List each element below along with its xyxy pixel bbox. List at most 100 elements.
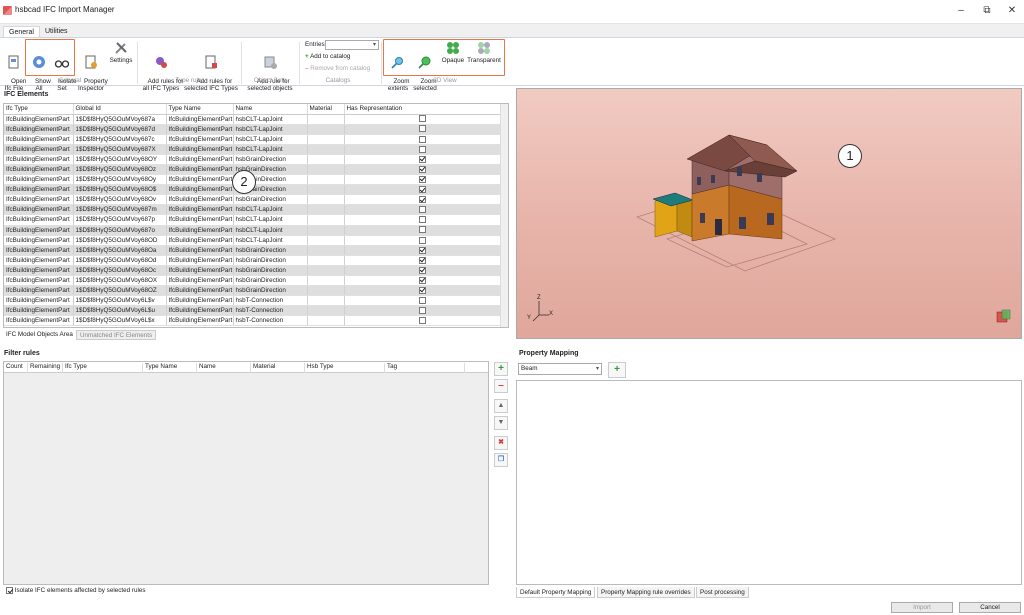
has-representation-checkbox[interactable] [418,256,426,264]
column-header[interactable]: Material [307,104,345,115]
has-representation-checkbox[interactable] [418,246,426,254]
vertical-scrollbar[interactable] [500,104,508,327]
column-header[interactable]: Ifc Type [4,104,74,115]
close-icon[interactable]: ✕ [1001,1,1023,21]
table-row[interactable]: IfcBuildingElementPart 1$D$f8HyQ5GOuMVoy6… [4,144,501,155]
has-representation-checkbox[interactable] [418,155,426,163]
table-row[interactable]: IfcBuildingElementPart 1$D$f8HyQ5GOuMVoy6… [4,134,501,145]
has-representation-checkbox[interactable] [418,216,426,224]
table-row[interactable]: IfcBuildingElementPart 1$D$f8HyQ5GOuMVoy6… [4,275,501,287]
table-cell: IfcBuildingElementPart [166,164,234,176]
column-header[interactable]: Ifc Type [63,363,143,373]
table-cell [344,164,501,176]
has-representation-checkbox[interactable] [418,135,426,143]
import-button[interactable]: Import [891,602,953,613]
has-representation-checkbox[interactable] [418,286,426,294]
has-representation-checkbox[interactable] [418,186,426,194]
table-row[interactable]: IfcBuildingElementPart 1$D$f8HyQ5GOuMVoy6… [4,225,501,236]
entries-dropdown[interactable]: ▾ [325,40,379,50]
filter-rules-grid[interactable]: Count Remaining Ifc Type Type Name Name … [3,361,489,585]
type-select[interactable]: Beam ▾ [518,363,602,375]
table-cell [344,235,501,246]
has-representation-checkbox[interactable] [418,145,426,153]
table-cell: IfcBuildingElementPart [4,245,74,256]
has-representation-checkbox[interactable] [418,297,426,305]
has-representation-checkbox[interactable] [418,175,426,183]
table-row[interactable]: IfcBuildingElementPart 1$D$f8HyQ5GOuMVoy6… [4,285,501,297]
column-header[interactable]: Tag [385,363,465,373]
has-representation-checkbox[interactable] [418,206,426,214]
add-mapping-button[interactable]: + [608,362,626,378]
tab-default-property-mapping[interactable]: Default Property Mapping [516,587,596,598]
table-row[interactable]: IfcBuildingElementPart 1$D$f8HyQ5GOuMVoy6… [4,245,501,256]
maximize-icon[interactable]: ⧉ [976,1,998,21]
has-representation-checkbox[interactable] [418,307,426,315]
tab-general[interactable]: General [3,26,40,37]
ifc-elements-grid[interactable]: Ifc Type Global Id Type Name Name Materi… [3,103,509,328]
copy-rule-button[interactable]: ❐ [494,453,508,467]
remove-rule-button[interactable]: – [494,379,508,393]
table-row[interactable]: IfcBuildingElementPart 1$D$f8HyQ5GOuMVoy6… [4,235,501,246]
column-header[interactable]: Remaining [28,363,63,373]
table-row[interactable]: IfcBuildingElementPart 1$D$f8HyQ5GOuMVoy6… [4,214,501,226]
column-header[interactable]: Has Representation [344,104,501,115]
isolate-checkbox[interactable] [6,587,13,594]
add-rule-button[interactable]: + [494,362,508,376]
move-up-button[interactable]: ▲ [494,399,508,413]
has-representation-checkbox[interactable] [418,196,426,204]
tab-utilities[interactable]: Utilities [40,26,73,37]
table-cell: 1$D$f8HyQ5GOuMVoy68Oz [73,164,167,176]
add-rules-selected-types-button[interactable]: Add rules for selected IFC Types [184,40,238,99]
table-row[interactable]: IfcBuildingElementPart 1$D$f8HyQ5GOuMVoy6… [4,194,501,206]
table-cell: 1$D$f8HyQ5GOuMVoy6L$x [73,315,167,327]
table-cell: IfcBuildingElementPart [4,134,74,145]
property-inspector-button[interactable]: Property Inspector [77,40,108,99]
column-header[interactable]: Hsb Type [305,363,385,373]
column-header[interactable]: Type Name [166,104,234,115]
tab-post-processing[interactable]: Post processing [696,587,749,598]
has-representation-checkbox[interactable] [418,317,426,325]
remove-from-catalog-button[interactable]: – Remove from catalog [305,65,370,72]
tab-property-mapping-rule-overrides[interactable]: Property Mapping rule overrides [597,587,695,598]
table-row[interactable]: IfcBuildingElementPart 1$D$f8HyQ5GOuMVoy6… [4,295,501,307]
has-representation-checkbox[interactable] [418,125,426,133]
has-representation-checkbox[interactable] [418,226,426,234]
column-header[interactable]: Global Id [73,104,167,115]
settings-button[interactable]: Settings [108,40,134,64]
table-cell: IfcBuildingElementPart [4,204,74,216]
move-down-button[interactable]: ▼ [494,416,508,430]
add-rule-selected-objects-button[interactable]: Add rule for selected objects [245,40,295,99]
add-rules-all-types-button[interactable]: Add rules for all IFC Types [141,40,183,99]
column-header[interactable]: Name [197,363,251,373]
table-row[interactable]: IfcBuildingElementPart 1$D$f8HyQ5GOuMVoy6… [4,204,501,216]
has-representation-checkbox[interactable] [418,115,426,123]
column-header[interactable]: Material [251,363,305,373]
cancel-button[interactable]: Cancel [959,602,1021,613]
table-cell [307,295,345,307]
table-row[interactable]: IfcBuildingElementPart 1$D$f8HyQ5GOuMVoy6… [4,124,501,135]
table-row[interactable]: IfcBuildingElementPart 1$D$f8HyQ5GOuMVoy6… [4,315,501,327]
table-row[interactable]: IfcBuildingElementPart 1$D$f8HyQ5GOuMVoy6… [4,265,501,277]
tab-ifc-model-objects-area[interactable]: IFC Model Objects Area [3,330,76,340]
table-cell: IfcBuildingElementPart [4,315,74,327]
isolate-checkbox-row[interactable]: Isolate IFC elements affected by selecte… [6,587,146,594]
column-header[interactable]: Name [233,104,308,115]
table-row[interactable]: IfcBuildingElementPart 1$D$f8HyQ5GOuMVoy6… [4,255,501,266]
tab-unmatched-ifc-elements[interactable]: Unmatched IFC Elements [76,330,157,340]
plus-icon: + [305,53,309,60]
clear-rules-button[interactable]: ✖ [494,436,508,450]
table-row[interactable]: IfcBuildingElementPart 1$D$f8HyQ5GOuMVoy6… [4,305,501,317]
table-cell [344,114,501,125]
has-representation-checkbox[interactable] [418,276,426,284]
minimize-icon[interactable]: – [950,1,972,21]
add-to-catalog-button[interactable]: + Add to catalog [305,53,350,60]
has-representation-checkbox[interactable] [418,236,426,244]
has-representation-checkbox[interactable] [418,165,426,173]
3d-viewport[interactable]: Z Y X [516,88,1022,339]
property-mapping-area[interactable] [516,380,1022,585]
has-representation-checkbox[interactable] [418,266,426,274]
column-header[interactable]: Type Name [143,363,197,373]
column-header[interactable]: Count [4,363,28,373]
table-row[interactable]: IfcBuildingElementPart 1$D$f8HyQ5GOuMVoy6… [4,114,501,125]
table-row[interactable]: IfcBuildingElementPart 1$D$f8HyQ5GOuMVoy6… [4,154,501,165]
